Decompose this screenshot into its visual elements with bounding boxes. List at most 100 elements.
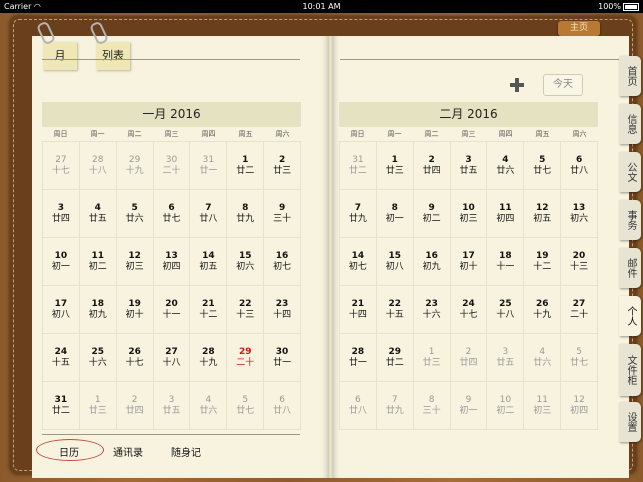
day-cell[interactable]: 13 初四	[153, 238, 190, 285]
tab-calendar[interactable]: 日历	[59, 444, 79, 459]
day-cell[interactable]: 20 十一	[153, 286, 190, 333]
day-cell[interactable]: 31 廿二	[340, 142, 376, 189]
day-cell[interactable]: 15 初六	[227, 238, 264, 285]
day-cell[interactable]: 11 初二	[79, 238, 116, 285]
day-cell[interactable]: 10 初一	[43, 238, 79, 285]
day-cell[interactable]: 25 十六	[79, 334, 116, 381]
day-cell[interactable]: 8 三十	[413, 382, 450, 429]
day-cell[interactable]: 26 十九	[524, 286, 561, 333]
tab-contacts[interactable]: 通讯录	[113, 444, 143, 459]
day-cell[interactable]: 2 廿四	[413, 142, 450, 189]
day-cell[interactable]: 25 十八	[487, 286, 524, 333]
day-cell[interactable]: 11 初四	[487, 190, 524, 237]
day-cell[interactable]: 23 十六	[413, 286, 450, 333]
day-cell[interactable]: 1 廿三	[79, 382, 116, 429]
day-cell[interactable]: 12 初三	[116, 238, 153, 285]
day-cell[interactable]: 5 廿七	[227, 382, 264, 429]
day-cell[interactable]: 5 廿七	[524, 142, 561, 189]
day-cell[interactable]: 10 初三	[450, 190, 487, 237]
day-cell[interactable]: 28 十九	[190, 334, 227, 381]
side-tab-personal[interactable]: 个人	[619, 296, 641, 336]
day-cell[interactable]: 14 初五	[190, 238, 227, 285]
day-cell[interactable]: 28 廿一	[340, 334, 376, 381]
day-cell[interactable]: 21 十二	[190, 286, 227, 333]
day-cell[interactable]: 20 十三	[561, 238, 597, 285]
day-cell[interactable]: 9 三十	[264, 190, 300, 237]
day-cell[interactable]: 4 廿六	[524, 334, 561, 381]
day-cell[interactable]: 24 十五	[43, 334, 79, 381]
side-tab-affairs[interactable]: 事务	[619, 200, 641, 240]
day-cell[interactable]: 1 廿三	[413, 334, 450, 381]
day-cell[interactable]: 12 初四	[561, 382, 597, 429]
day-cell[interactable]: 7 廿八	[190, 190, 227, 237]
day-cell-today[interactable]: 29 二十	[227, 334, 264, 381]
day-cell[interactable]: 15 初八	[376, 238, 413, 285]
add-event-button[interactable]	[510, 78, 524, 92]
tab-month[interactable]: 月	[43, 42, 77, 70]
day-cell[interactable]: 4 廿六	[487, 142, 524, 189]
day-cell[interactable]: 12 初五	[524, 190, 561, 237]
day-cell[interactable]: 31 廿一	[190, 142, 227, 189]
day-cell[interactable]: 7 廿九	[376, 382, 413, 429]
day-cell[interactable]: 9 初一	[450, 382, 487, 429]
day-cell[interactable]: 31 廿二	[43, 382, 79, 429]
day-cell[interactable]: 17 初八	[43, 286, 79, 333]
day-cell[interactable]: 6 廿八	[264, 382, 300, 429]
day-cell[interactable]: 19 初十	[116, 286, 153, 333]
day-cell[interactable]: 5 廿七	[561, 334, 597, 381]
day-cell[interactable]: 22 十三	[227, 286, 264, 333]
day-cell[interactable]: 6 廿七	[153, 190, 190, 237]
day-cell[interactable]: 14 初七	[340, 238, 376, 285]
day-cell[interactable]: 28 十八	[79, 142, 116, 189]
day-cell[interactable]: 17 初十	[450, 238, 487, 285]
day-cell[interactable]: 30 二十	[153, 142, 190, 189]
day-cell[interactable]: 29 十九	[116, 142, 153, 189]
day-cell[interactable]: 24 十七	[450, 286, 487, 333]
day-cell[interactable]: 3 廿五	[487, 334, 524, 381]
day-cell[interactable]: 8 廿九	[227, 190, 264, 237]
day-cell[interactable]: 16 初九	[413, 238, 450, 285]
day-cell[interactable]: 29 廿二	[376, 334, 413, 381]
day-cell[interactable]: 26 十七	[116, 334, 153, 381]
day-cell[interactable]: 2 廿四	[116, 382, 153, 429]
day-cell[interactable]: 6 廿八	[340, 382, 376, 429]
day-cell[interactable]: 18 十一	[487, 238, 524, 285]
side-tab-home[interactable]: 首页	[619, 56, 641, 96]
today-button[interactable]: 今天	[543, 74, 583, 96]
day-cell[interactable]: 30 廿一	[264, 334, 300, 381]
side-tab-settings[interactable]: 设置	[619, 402, 641, 442]
day-cell[interactable]: 3 廿五	[450, 142, 487, 189]
day-cell[interactable]: 3 廿四	[43, 190, 79, 237]
day-cell[interactable]: 2 廿三	[264, 142, 300, 189]
day-cell[interactable]: 1 廿二	[227, 142, 264, 189]
side-tab-mail[interactable]: 邮件	[619, 248, 641, 288]
day-cell[interactable]: 27 二十	[561, 286, 597, 333]
home-tab[interactable]: 主页	[558, 21, 600, 36]
tab-notes[interactable]: 随身记	[171, 444, 201, 459]
side-tab-documents[interactable]: 公文	[619, 152, 641, 192]
day-cell[interactable]: 23 十四	[264, 286, 300, 333]
day-cell[interactable]: 10 初二	[487, 382, 524, 429]
day-cell[interactable]: 27 十七	[43, 142, 79, 189]
day-cell[interactable]: 9 初二	[413, 190, 450, 237]
day-cell[interactable]: 11 初三	[524, 382, 561, 429]
day-cell[interactable]: 7 廿九	[340, 190, 376, 237]
day-cell[interactable]: 6 廿八	[561, 142, 597, 189]
day-cell[interactable]: 4 廿六	[190, 382, 227, 429]
day-cell[interactable]: 16 初七	[264, 238, 300, 285]
day-cell[interactable]: 1 廿三	[376, 142, 413, 189]
day-cell[interactable]: 21 十四	[340, 286, 376, 333]
side-tab-messages[interactable]: 信息	[619, 104, 641, 144]
day-cell[interactable]: 5 廿六	[116, 190, 153, 237]
day-cell[interactable]: 3 廿五	[153, 382, 190, 429]
tab-list[interactable]: 列表	[96, 42, 130, 70]
day-cell[interactable]: 27 十八	[153, 334, 190, 381]
day-cell[interactable]: 2 廿四	[450, 334, 487, 381]
day-cell[interactable]: 4 廿五	[79, 190, 116, 237]
day-cell[interactable]: 18 初九	[79, 286, 116, 333]
day-cell[interactable]: 13 初六	[561, 190, 597, 237]
side-tab-file-cabinet[interactable]: 文件柜	[619, 344, 641, 396]
day-cell[interactable]: 22 十五	[376, 286, 413, 333]
day-cell[interactable]: 8 初一	[376, 190, 413, 237]
day-cell[interactable]: 19 十二	[524, 238, 561, 285]
